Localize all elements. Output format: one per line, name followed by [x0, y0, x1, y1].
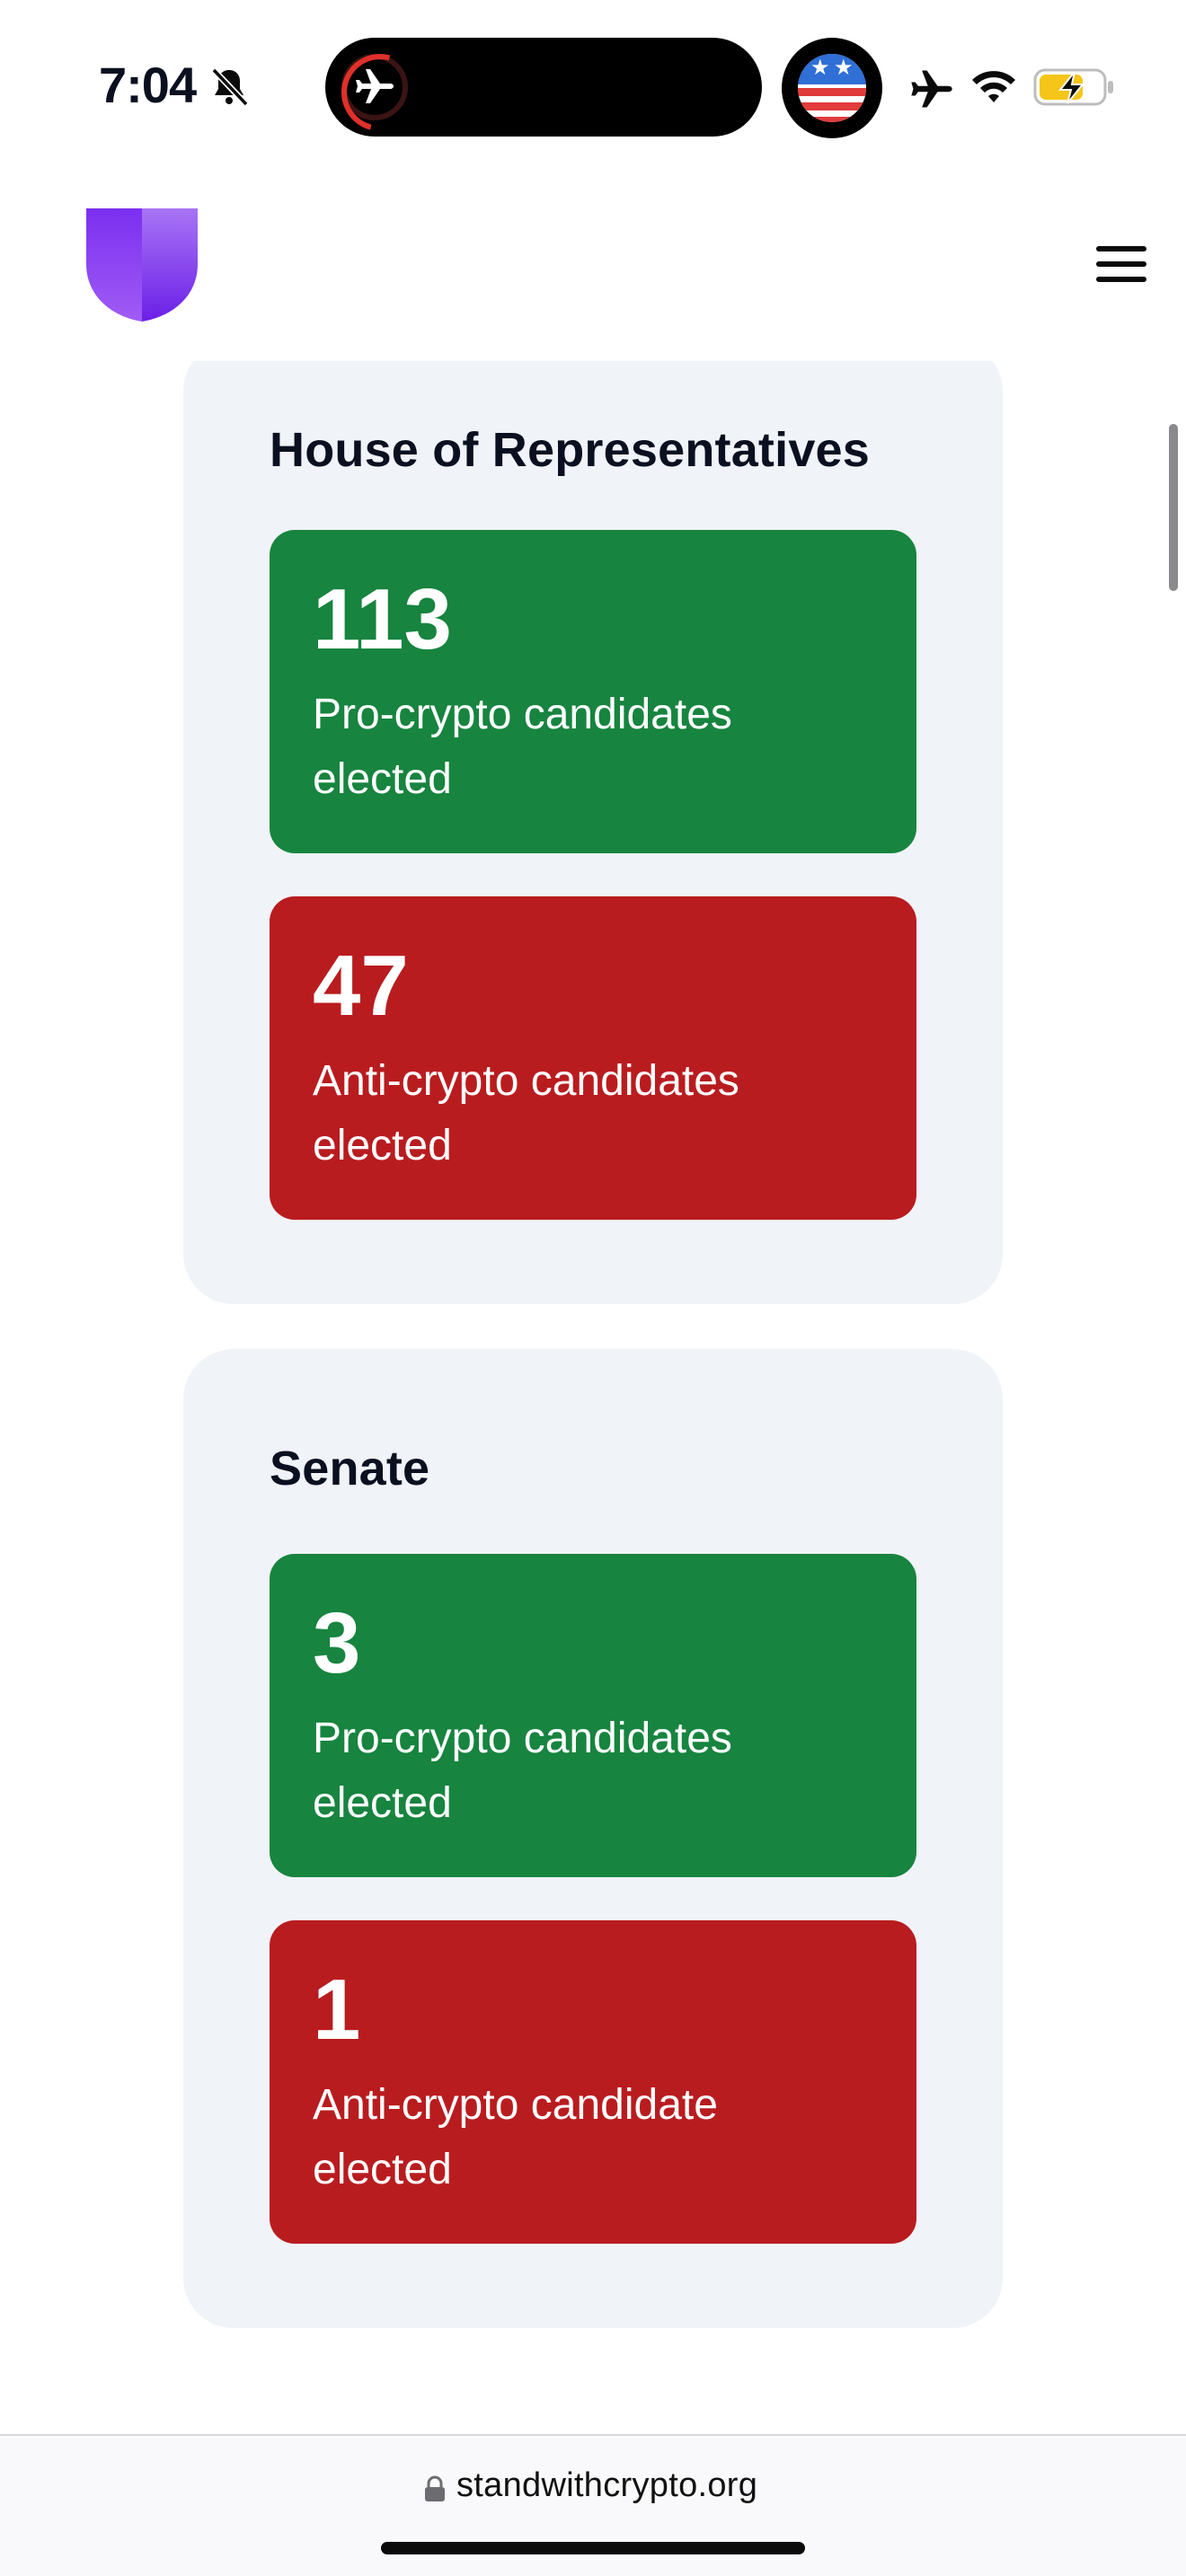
senate-pro-label: Pro-crypto candidates elected [313, 1715, 732, 1827]
status-bar: 7:04 ★ ★ [0, 0, 1186, 171]
flag-badge-icon[interactable]: ★ ★ [782, 38, 882, 138]
senate-anti-stat: 1 Anti-crypto candidate elected [270, 1920, 916, 2244]
senate-pro-stat: 3 Pro-crypto candidates elected [270, 1554, 916, 1877]
house-pro-count: 113 [313, 571, 452, 667]
hamburger-menu-icon[interactable] [1084, 235, 1159, 293]
house-title: House of Representatives [270, 423, 871, 477]
wifi-icon [972, 71, 1015, 102]
bell-slash-icon [211, 67, 249, 107]
airplane-icon [356, 69, 394, 103]
star-icon: ★ [834, 56, 854, 80]
battery-charging-icon [1033, 68, 1113, 106]
senate-results-card: Senate 3 Pro-crypto candidates elected 1… [183, 1349, 1003, 2328]
senate-title: Senate [270, 1442, 430, 1495]
house-pro-stat: 113 Pro-crypto candidates elected [270, 530, 916, 853]
house-results-card: House of Representatives 113 Pro-crypto … [183, 341, 1003, 1304]
house-anti-label: Anti-crypto candidates elected [313, 1057, 739, 1169]
lock-icon [425, 2475, 445, 2501]
page: 7:04 ★ ★ House of Representatives 113 Pr… [0, 0, 1186, 2576]
site-header [0, 171, 1186, 361]
browser-address-bar[interactable]: standwithcrypto.org [0, 2434, 1186, 2576]
senate-pro-count: 3 [313, 1595, 361, 1691]
scrollbar[interactable] [1169, 424, 1178, 591]
dynamic-island [325, 38, 762, 137]
senate-anti-count: 1 [313, 1962, 361, 2058]
status-time: 7:04 [99, 57, 197, 113]
house-anti-stat: 47 Anti-crypto candidates elected [270, 896, 916, 1220]
senate-anti-label: Anti-crypto candidate elected [313, 2081, 718, 2193]
url-text[interactable]: standwithcrypto.org [456, 2466, 757, 2505]
house-anti-count: 47 [313, 938, 409, 1034]
airplane-icon [911, 70, 952, 108]
house-pro-label: Pro-crypto candidates elected [313, 691, 732, 803]
home-indicator[interactable] [381, 2542, 805, 2554]
shield-logo[interactable] [86, 208, 198, 322]
star-icon: ★ [810, 56, 830, 80]
